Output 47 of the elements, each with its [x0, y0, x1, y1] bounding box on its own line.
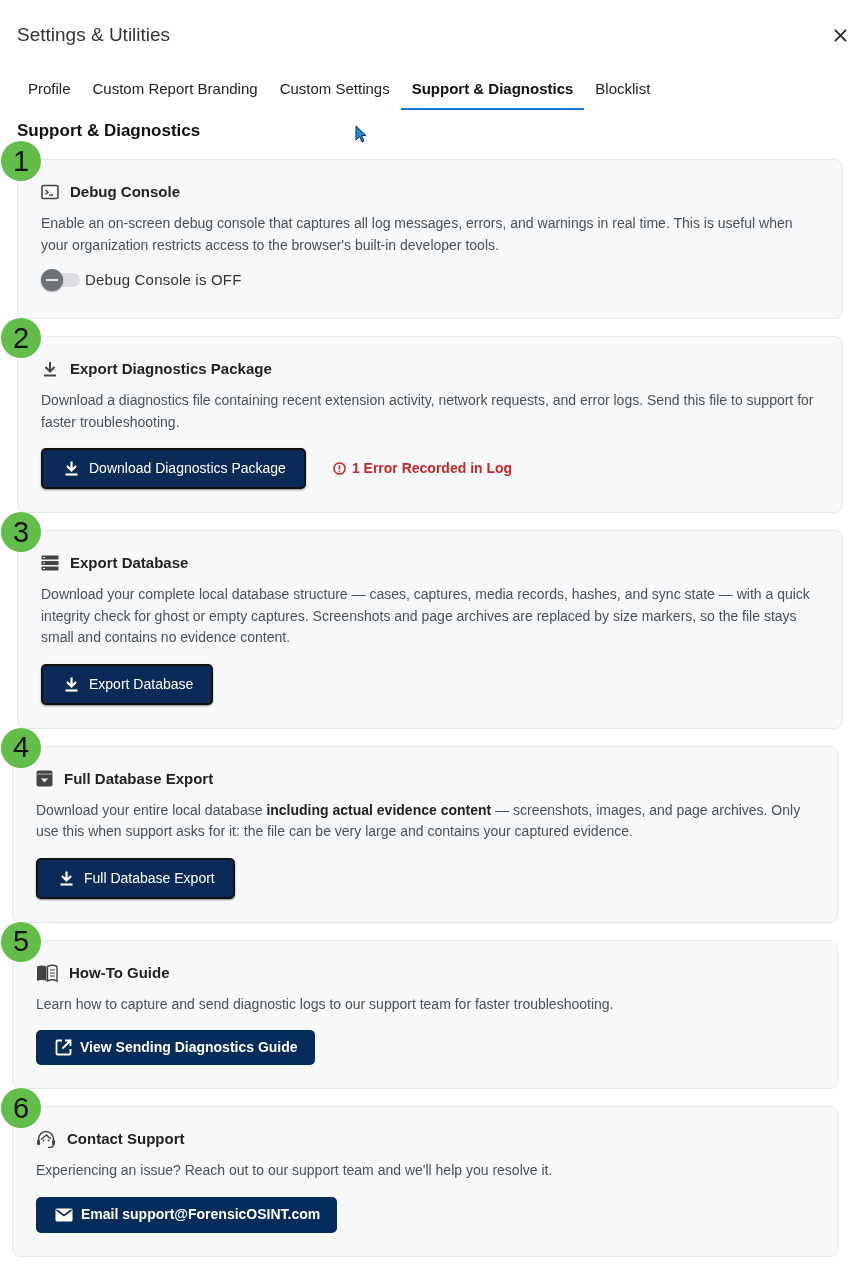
section-description: Download a diagnostics file containing recent extension activity, network requests, and error logs. Send this file to support for faster troubleshooting. — [41, 391, 815, 432]
section-description: Learn how to capture and send diagnostic logs to our support team for faster troubleshooting. — [36, 994, 615, 1014]
book-icon — [36, 963, 58, 982]
error-message: 1 Error Recorded in Log — [351, 459, 513, 478]
toggle-label: Debug Console is OFF — [85, 270, 242, 290]
error-icon — [332, 462, 346, 475]
step-number-badge: 5 — [1, 921, 41, 962]
section-title: How-To Guide — [69, 962, 170, 983]
section-title: Debug Console — [70, 182, 180, 202]
step-number-badge: 1 — [1, 141, 41, 181]
window-title: Settings & Utilities — [17, 23, 171, 47]
toggle-switch[interactable] — [41, 269, 81, 291]
terminal-icon — [41, 184, 59, 200]
download-button[interactable]: Export Database — [41, 663, 214, 705]
tab[interactable]: Blocklist — [584, 70, 662, 110]
download-icon — [60, 870, 73, 886]
section-title: Contact Support — [67, 1129, 185, 1149]
section-title: Full Database Export — [64, 768, 214, 789]
external-link-icon — [55, 1039, 72, 1056]
step-number-badge: 2 — [1, 318, 41, 358]
close-icon[interactable] — [834, 28, 847, 42]
server-icon — [41, 555, 59, 571]
step-number-badge: 6 — [1, 1088, 41, 1128]
download-icon — [43, 361, 57, 377]
step-number-badge: 3 — [1, 512, 41, 552]
page-heading: Support & Diagnostics — [17, 120, 201, 142]
guide-button[interactable]: View Sending Diagnostics Guide — [36, 1030, 315, 1065]
archive-box-icon — [36, 770, 53, 787]
download-icon — [65, 676, 78, 692]
download-button[interactable]: Full Database Export — [36, 857, 235, 899]
tab[interactable]: Profile — [17, 70, 82, 110]
download-button[interactable]: Download Diagnostics Package — [41, 448, 306, 489]
cursor-icon — [355, 125, 367, 143]
tab[interactable]: Support & Diagnostics — [400, 70, 585, 110]
section-description: Enable an on-screen debug console that captures all log messages, errors, and warnings in real time. This is useful when your organization restricts access to the browser's built-in developer tools. — [41, 214, 794, 255]
step-number-badge: 4 — [1, 727, 41, 768]
headset-icon — [36, 1129, 56, 1149]
section-title: Export Diagnostics Package — [70, 359, 272, 379]
tab[interactable]: Custom Report Branding — [81, 70, 269, 110]
tab[interactable]: Custom Settings — [268, 70, 401, 110]
section-description: Download your complete local database structure — cases, captures, media records, hashes, and sync state — with a quick integrity check for ghost or empty captures. Screenshots and page archives are replaced by size markers, so the file stays small and contains no evidence content. — [41, 585, 811, 647]
mail-icon — [55, 1207, 73, 1222]
section-description: Experiencing an issue? Reach out to our support team and we'll help you resolve it. — [36, 1161, 554, 1180]
email-button[interactable]: Email support@ForensicOSINT.com — [36, 1196, 338, 1233]
section-title: Export Database — [70, 553, 189, 573]
download-icon — [65, 461, 78, 476]
section-description: Download your entire local database including actual evidence content — screenshots, images, and page archives. Only use this when support asks for it: the file can be very large and contains your captured evidence. — [36, 800, 802, 841]
